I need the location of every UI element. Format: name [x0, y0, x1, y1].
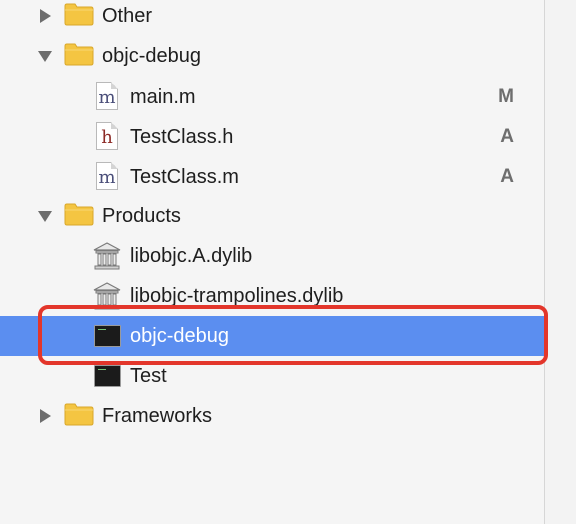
scm-status-badge: A: [500, 126, 514, 147]
file-type-glyph: m: [98, 167, 116, 188]
scm-status-badge: A: [500, 166, 514, 187]
tree-row-objc-debug-group[interactable]: objc-debug: [0, 36, 544, 76]
tree-row-label: TestClass.h: [130, 126, 234, 148]
highlight-annotation-box: [38, 305, 548, 365]
tree-row-label: TestClass.m: [130, 166, 239, 188]
tree-row-other[interactable]: Other: [0, 0, 544, 36]
tree-row-frameworks[interactable]: Frameworks: [0, 396, 544, 436]
tree-row-label: Frameworks: [102, 405, 213, 427]
folder-icon: [64, 43, 94, 66]
tree-row-testclass-h[interactable]: h TestClass.h A: [0, 117, 544, 157]
project-navigator: Other objc-debug m main.m M h TestClass.…: [0, 0, 544, 524]
header-file-icon: h: [96, 122, 118, 150]
scm-status-badge: M: [498, 86, 514, 107]
tree-row-testclass-m[interactable]: m TestClass.m A: [0, 157, 544, 197]
library-icon: [93, 242, 121, 270]
tree-row-label: Products: [102, 205, 181, 227]
folder-icon: [64, 403, 94, 426]
disclosure-expanded-icon[interactable]: [38, 51, 52, 62]
tree-row-label: Test: [130, 365, 167, 387]
tree-row-label: objc-debug: [102, 45, 201, 67]
tree-row-label: main.m: [130, 86, 196, 108]
objc-source-file-icon: m: [96, 82, 118, 110]
editor-pane-edge: [545, 0, 576, 524]
tree-row-products[interactable]: Products: [0, 196, 544, 236]
tree-row-main-m[interactable]: m main.m M: [0, 77, 544, 117]
tree-row-label: Other: [102, 5, 153, 27]
executable-icon: [94, 365, 121, 387]
tree-row-label: libobjc.A.dylib: [130, 245, 253, 267]
folder-icon: [64, 3, 94, 26]
objc-source-file-icon: m: [96, 162, 118, 190]
disclosure-collapsed-icon[interactable]: [40, 9, 51, 23]
file-type-glyph: h: [101, 127, 113, 148]
tree-row-libobjc-a-dylib[interactable]: libobjc.A.dylib: [0, 236, 544, 276]
folder-icon: [64, 203, 94, 226]
disclosure-collapsed-icon[interactable]: [40, 409, 51, 423]
file-type-glyph: m: [98, 87, 116, 108]
disclosure-expanded-icon[interactable]: [38, 211, 52, 222]
